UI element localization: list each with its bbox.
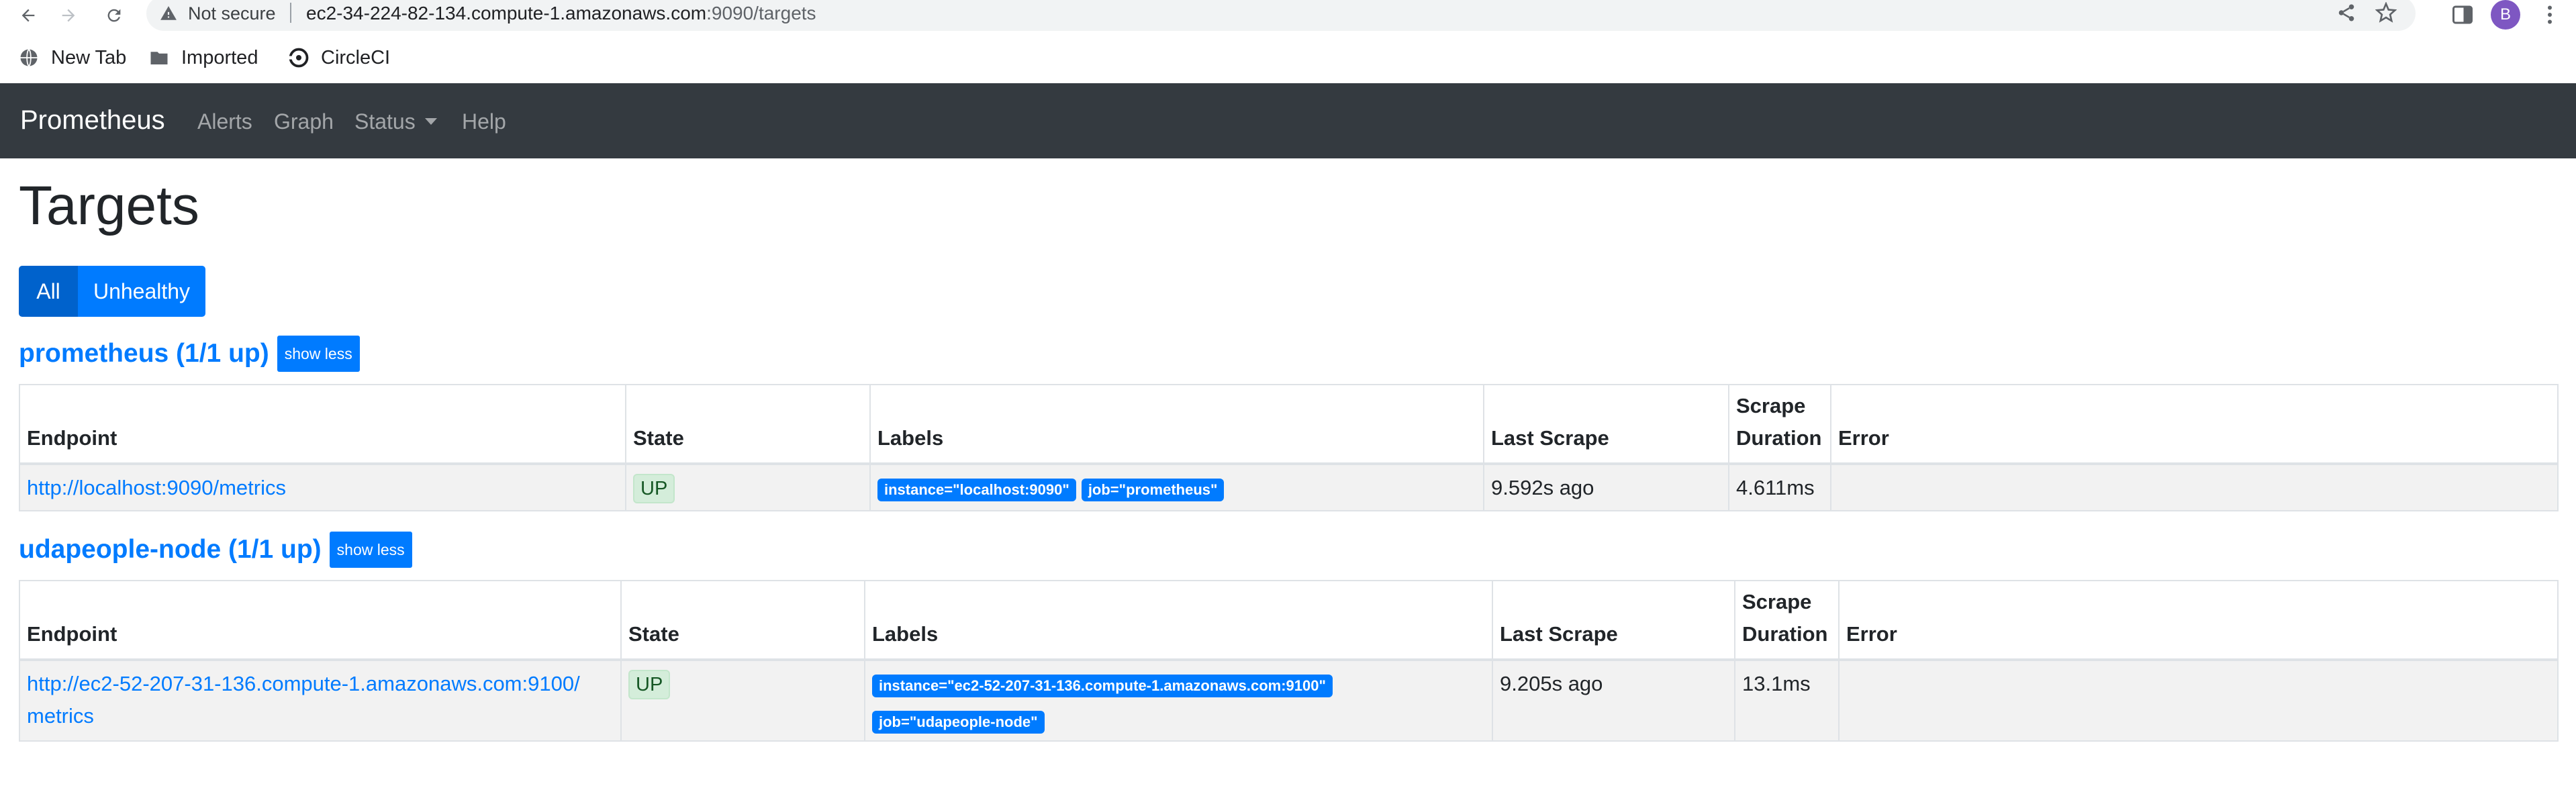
- labels-cell: instance="ec2-52-207-31-136.compute-1.am…: [864, 659, 1493, 742]
- page-title: Targets: [19, 175, 199, 236]
- state-badge: UP: [633, 474, 675, 503]
- security-label[interactable]: Not secure: [188, 3, 276, 24]
- profile-avatar[interactable]: B: [2491, 0, 2520, 30]
- globe-icon: [20, 48, 38, 67]
- last-scrape-cell: 9.205s ago: [1492, 659, 1735, 742]
- bookmark-label: New Tab: [51, 46, 127, 68]
- reload-button[interactable]: [101, 2, 128, 29]
- scrape-duration-cell: 13.1ms: [1734, 659, 1840, 742]
- label-badge: instance="localhost:9090": [877, 479, 1076, 501]
- labels-cell: instance="localhost:9090" job="prometheus…: [869, 463, 1484, 511]
- label-badge: job="udapeople-node": [872, 711, 1045, 734]
- endpoint-line: metrics: [27, 704, 94, 728]
- endpoint-line: http://ec2-52-207-31-136.compute-1.amazo…: [27, 672, 580, 695]
- column-header-error: Error: [1830, 384, 2559, 465]
- endpoint-link[interactable]: http://ec2-52-207-31-136.compute-1.amazo…: [27, 672, 580, 728]
- address-bar[interactable]: Not secure ec2-34-224-82-134.compute-1.a…: [146, 0, 2416, 31]
- targets-table-udapeople-node: Endpoint State Labels Last Scrape Scrape…: [19, 580, 2559, 742]
- pool-title-link[interactable]: prometheus (1/1 up): [19, 339, 269, 368]
- url-path: :9090/targets: [706, 3, 816, 23]
- nav-status-label: Status: [354, 109, 416, 134]
- last-scrape-cell: 9.592s ago: [1483, 463, 1729, 511]
- scrape-duration-cell: 4.611ms: [1728, 463, 1831, 511]
- nav-status-dropdown[interactable]: Status: [354, 109, 437, 134]
- column-header-endpoint: Endpoint: [19, 384, 626, 465]
- bookmarks-bar: New Tab Imported CircleCI: [0, 39, 2576, 77]
- pool-title-link[interactable]: udapeople-node (1/1 up): [19, 535, 322, 564]
- nav-alerts[interactable]: Alerts: [197, 109, 252, 134]
- caret-down-icon: [424, 118, 437, 125]
- error-cell: [1830, 463, 2559, 511]
- show-less-button[interactable]: show less: [277, 336, 360, 372]
- folder-icon: [150, 52, 168, 64]
- bookmark-new-tab[interactable]: New Tab: [19, 39, 126, 77]
- bookmark-circleci[interactable]: CircleCI: [289, 39, 390, 77]
- pool-header-prometheus: prometheus (1/1 up) show less: [19, 336, 360, 372]
- label-badge: instance="ec2-52-207-31-136.compute-1.am…: [872, 675, 1333, 697]
- back-button[interactable]: [15, 2, 42, 29]
- targets-table-prometheus: Endpoint State Labels Last Scrape Scrape…: [19, 384, 2559, 511]
- bookmark-imported[interactable]: Imported: [149, 39, 258, 77]
- table-header-row: Endpoint State Labels Last Scrape Scrape…: [19, 580, 2559, 661]
- show-less-button[interactable]: show less: [329, 532, 412, 568]
- state-badge: UP: [628, 670, 671, 699]
- warning-icon: [160, 5, 177, 22]
- omnibox-divider: [290, 3, 291, 23]
- arrow-left-icon: [21, 9, 35, 22]
- top-navbar: Prometheus Alerts Graph Status Help: [0, 83, 2576, 158]
- arrow-right-icon: [62, 9, 75, 22]
- browser-toolbar: Not secure ec2-34-224-82-134.compute-1.a…: [0, 0, 2576, 31]
- filter-unhealthy-button[interactable]: Unhealthy: [78, 266, 205, 317]
- nav-help[interactable]: Help: [462, 109, 506, 134]
- reload-icon: [107, 9, 121, 22]
- error-cell: [1838, 659, 2559, 742]
- column-header-last-scrape: Last Scrape: [1483, 384, 1729, 465]
- circleci-icon: [289, 48, 309, 68]
- column-header-scrape-duration: Scrape Duration: [1728, 384, 1831, 465]
- more-menu-icon[interactable]: [2538, 3, 2562, 27]
- column-header-labels: Labels: [869, 384, 1484, 465]
- column-header-scrape-duration: Scrape Duration: [1734, 580, 1840, 661]
- table-header-row: Endpoint State Labels Last Scrape Scrape…: [19, 384, 2559, 465]
- endpoint-cell: http://ec2-52-207-31-136.compute-1.amazo…: [19, 659, 622, 742]
- column-header-endpoint: Endpoint: [19, 580, 622, 661]
- column-header-error: Error: [1838, 580, 2559, 661]
- column-header-labels: Labels: [864, 580, 1493, 661]
- pool-header-udapeople-node: udapeople-node (1/1 up) show less: [19, 532, 412, 568]
- brand-link[interactable]: Prometheus: [20, 105, 165, 136]
- column-header-last-scrape: Last Scrape: [1492, 580, 1735, 661]
- bookmark-label: CircleCI: [321, 46, 391, 68]
- bookmark-star-icon[interactable]: [2375, 1, 2397, 23]
- state-cell: UP: [625, 463, 871, 511]
- endpoint-cell: http://localhost:9090/metrics: [19, 463, 626, 511]
- target-filter-group: All Unhealthy: [19, 266, 205, 317]
- column-header-state: State: [625, 384, 871, 465]
- share-icon[interactable]: [2336, 3, 2356, 23]
- endpoint-link[interactable]: http://localhost:9090/metrics: [27, 476, 286, 499]
- url-host: ec2-34-224-82-134.compute-1.amazonaws.co…: [306, 3, 707, 23]
- table-row: http://localhost:9090/metrics UP instanc…: [19, 463, 2559, 511]
- url-text[interactable]: ec2-34-224-82-134.compute-1.amazonaws.co…: [306, 3, 816, 24]
- filter-all-button[interactable]: All: [19, 266, 78, 317]
- forward-button[interactable]: [55, 2, 82, 29]
- table-row: http://ec2-52-207-31-136.compute-1.amazo…: [19, 659, 2559, 742]
- nav-graph[interactable]: Graph: [274, 109, 334, 134]
- bookmark-label: Imported: [181, 46, 258, 68]
- state-cell: UP: [620, 659, 865, 742]
- side-panel-icon[interactable]: [2450, 3, 2475, 27]
- column-header-state: State: [620, 580, 865, 661]
- label-badge: job="prometheus": [1081, 479, 1225, 501]
